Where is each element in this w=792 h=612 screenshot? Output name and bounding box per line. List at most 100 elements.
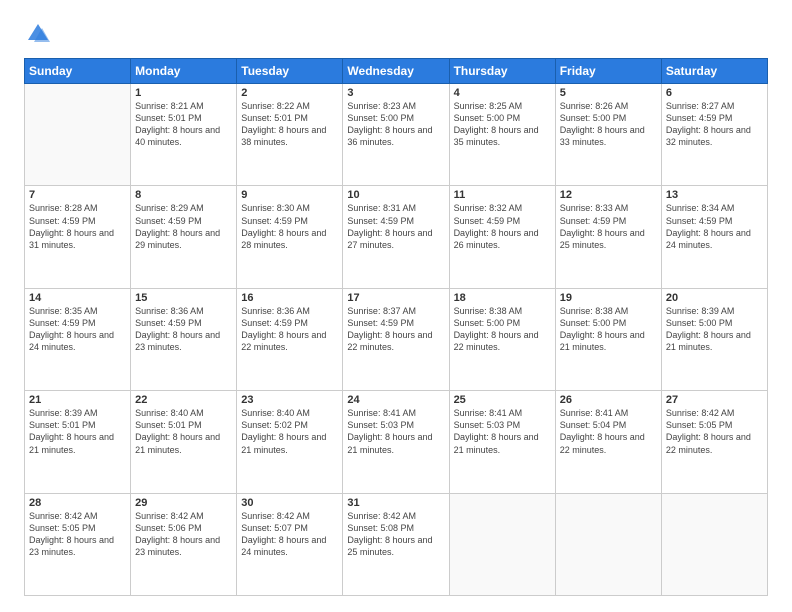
calendar-cell [661, 493, 767, 595]
calendar-table: SundayMondayTuesdayWednesdayThursdayFrid… [24, 58, 768, 596]
day-number: 2 [241, 87, 338, 99]
calendar-cell: 26Sunrise: 8:41 AMSunset: 5:04 PMDayligh… [555, 391, 661, 493]
calendar-cell: 13Sunrise: 8:34 AMSunset: 4:59 PMDayligh… [661, 186, 767, 288]
calendar-cell: 15Sunrise: 8:36 AMSunset: 4:59 PMDayligh… [131, 288, 237, 390]
day-number: 7 [29, 189, 126, 201]
day-number: 4 [454, 87, 551, 99]
day-info: Sunrise: 8:26 AMSunset: 5:00 PMDaylight:… [560, 100, 657, 149]
day-number: 16 [241, 292, 338, 304]
week-row-3: 14Sunrise: 8:35 AMSunset: 4:59 PMDayligh… [25, 288, 768, 390]
calendar-cell: 5Sunrise: 8:26 AMSunset: 5:00 PMDaylight… [555, 84, 661, 186]
day-number: 28 [29, 497, 126, 509]
day-info: Sunrise: 8:30 AMSunset: 4:59 PMDaylight:… [241, 202, 338, 251]
day-info: Sunrise: 8:36 AMSunset: 4:59 PMDaylight:… [135, 305, 232, 354]
calendar-cell: 23Sunrise: 8:40 AMSunset: 5:02 PMDayligh… [237, 391, 343, 493]
day-number: 6 [666, 87, 763, 99]
weekday-header-friday: Friday [555, 59, 661, 84]
calendar-cell: 2Sunrise: 8:22 AMSunset: 5:01 PMDaylight… [237, 84, 343, 186]
calendar-cell: 14Sunrise: 8:35 AMSunset: 4:59 PMDayligh… [25, 288, 131, 390]
calendar-cell [555, 493, 661, 595]
day-number: 27 [666, 394, 763, 406]
calendar-cell: 4Sunrise: 8:25 AMSunset: 5:00 PMDaylight… [449, 84, 555, 186]
day-number: 5 [560, 87, 657, 99]
day-info: Sunrise: 8:42 AMSunset: 5:05 PMDaylight:… [666, 407, 763, 456]
day-info: Sunrise: 8:41 AMSunset: 5:03 PMDaylight:… [347, 407, 444, 456]
day-info: Sunrise: 8:42 AMSunset: 5:07 PMDaylight:… [241, 510, 338, 559]
calendar-cell: 3Sunrise: 8:23 AMSunset: 5:00 PMDaylight… [343, 84, 449, 186]
day-info: Sunrise: 8:33 AMSunset: 4:59 PMDaylight:… [560, 202, 657, 251]
day-info: Sunrise: 8:35 AMSunset: 4:59 PMDaylight:… [29, 305, 126, 354]
day-number: 29 [135, 497, 232, 509]
calendar-cell: 9Sunrise: 8:30 AMSunset: 4:59 PMDaylight… [237, 186, 343, 288]
week-row-2: 7Sunrise: 8:28 AMSunset: 4:59 PMDaylight… [25, 186, 768, 288]
calendar-cell [449, 493, 555, 595]
day-number: 12 [560, 189, 657, 201]
day-info: Sunrise: 8:37 AMSunset: 4:59 PMDaylight:… [347, 305, 444, 354]
logo-icon [24, 20, 52, 48]
page: SundayMondayTuesdayWednesdayThursdayFrid… [0, 0, 792, 612]
day-info: Sunrise: 8:36 AMSunset: 4:59 PMDaylight:… [241, 305, 338, 354]
calendar-cell: 22Sunrise: 8:40 AMSunset: 5:01 PMDayligh… [131, 391, 237, 493]
day-info: Sunrise: 8:34 AMSunset: 4:59 PMDaylight:… [666, 202, 763, 251]
calendar-cell [25, 84, 131, 186]
day-info: Sunrise: 8:39 AMSunset: 5:00 PMDaylight:… [666, 305, 763, 354]
calendar-cell: 28Sunrise: 8:42 AMSunset: 5:05 PMDayligh… [25, 493, 131, 595]
day-number: 17 [347, 292, 444, 304]
day-info: Sunrise: 8:39 AMSunset: 5:01 PMDaylight:… [29, 407, 126, 456]
day-number: 11 [454, 189, 551, 201]
day-number: 23 [241, 394, 338, 406]
day-info: Sunrise: 8:40 AMSunset: 5:02 PMDaylight:… [241, 407, 338, 456]
week-row-4: 21Sunrise: 8:39 AMSunset: 5:01 PMDayligh… [25, 391, 768, 493]
day-info: Sunrise: 8:29 AMSunset: 4:59 PMDaylight:… [135, 202, 232, 251]
logo [24, 20, 56, 48]
calendar-cell: 18Sunrise: 8:38 AMSunset: 5:00 PMDayligh… [449, 288, 555, 390]
weekday-header-row: SundayMondayTuesdayWednesdayThursdayFrid… [25, 59, 768, 84]
day-info: Sunrise: 8:32 AMSunset: 4:59 PMDaylight:… [454, 202, 551, 251]
day-number: 25 [454, 394, 551, 406]
weekday-header-saturday: Saturday [661, 59, 767, 84]
day-number: 14 [29, 292, 126, 304]
weekday-header-sunday: Sunday [25, 59, 131, 84]
day-info: Sunrise: 8:21 AMSunset: 5:01 PMDaylight:… [135, 100, 232, 149]
weekday-header-thursday: Thursday [449, 59, 555, 84]
day-info: Sunrise: 8:40 AMSunset: 5:01 PMDaylight:… [135, 407, 232, 456]
day-info: Sunrise: 8:42 AMSunset: 5:08 PMDaylight:… [347, 510, 444, 559]
weekday-header-monday: Monday [131, 59, 237, 84]
day-number: 3 [347, 87, 444, 99]
day-number: 30 [241, 497, 338, 509]
day-info: Sunrise: 8:42 AMSunset: 5:06 PMDaylight:… [135, 510, 232, 559]
calendar-cell: 21Sunrise: 8:39 AMSunset: 5:01 PMDayligh… [25, 391, 131, 493]
calendar-cell: 20Sunrise: 8:39 AMSunset: 5:00 PMDayligh… [661, 288, 767, 390]
calendar-cell: 27Sunrise: 8:42 AMSunset: 5:05 PMDayligh… [661, 391, 767, 493]
day-number: 9 [241, 189, 338, 201]
calendar-cell: 6Sunrise: 8:27 AMSunset: 4:59 PMDaylight… [661, 84, 767, 186]
day-info: Sunrise: 8:41 AMSunset: 5:03 PMDaylight:… [454, 407, 551, 456]
calendar-cell: 1Sunrise: 8:21 AMSunset: 5:01 PMDaylight… [131, 84, 237, 186]
day-number: 8 [135, 189, 232, 201]
day-number: 22 [135, 394, 232, 406]
calendar-cell: 19Sunrise: 8:38 AMSunset: 5:00 PMDayligh… [555, 288, 661, 390]
calendar-cell: 12Sunrise: 8:33 AMSunset: 4:59 PMDayligh… [555, 186, 661, 288]
weekday-header-tuesday: Tuesday [237, 59, 343, 84]
calendar-cell: 7Sunrise: 8:28 AMSunset: 4:59 PMDaylight… [25, 186, 131, 288]
day-info: Sunrise: 8:41 AMSunset: 5:04 PMDaylight:… [560, 407, 657, 456]
day-number: 26 [560, 394, 657, 406]
calendar-cell: 30Sunrise: 8:42 AMSunset: 5:07 PMDayligh… [237, 493, 343, 595]
day-info: Sunrise: 8:27 AMSunset: 4:59 PMDaylight:… [666, 100, 763, 149]
day-number: 24 [347, 394, 444, 406]
day-number: 10 [347, 189, 444, 201]
day-number: 15 [135, 292, 232, 304]
calendar-cell: 24Sunrise: 8:41 AMSunset: 5:03 PMDayligh… [343, 391, 449, 493]
calendar-cell: 11Sunrise: 8:32 AMSunset: 4:59 PMDayligh… [449, 186, 555, 288]
header [24, 20, 768, 48]
day-info: Sunrise: 8:28 AMSunset: 4:59 PMDaylight:… [29, 202, 126, 251]
day-info: Sunrise: 8:23 AMSunset: 5:00 PMDaylight:… [347, 100, 444, 149]
day-info: Sunrise: 8:38 AMSunset: 5:00 PMDaylight:… [560, 305, 657, 354]
day-info: Sunrise: 8:31 AMSunset: 4:59 PMDaylight:… [347, 202, 444, 251]
day-info: Sunrise: 8:42 AMSunset: 5:05 PMDaylight:… [29, 510, 126, 559]
calendar-cell: 16Sunrise: 8:36 AMSunset: 4:59 PMDayligh… [237, 288, 343, 390]
calendar-cell: 31Sunrise: 8:42 AMSunset: 5:08 PMDayligh… [343, 493, 449, 595]
day-number: 13 [666, 189, 763, 201]
day-number: 19 [560, 292, 657, 304]
day-info: Sunrise: 8:22 AMSunset: 5:01 PMDaylight:… [241, 100, 338, 149]
